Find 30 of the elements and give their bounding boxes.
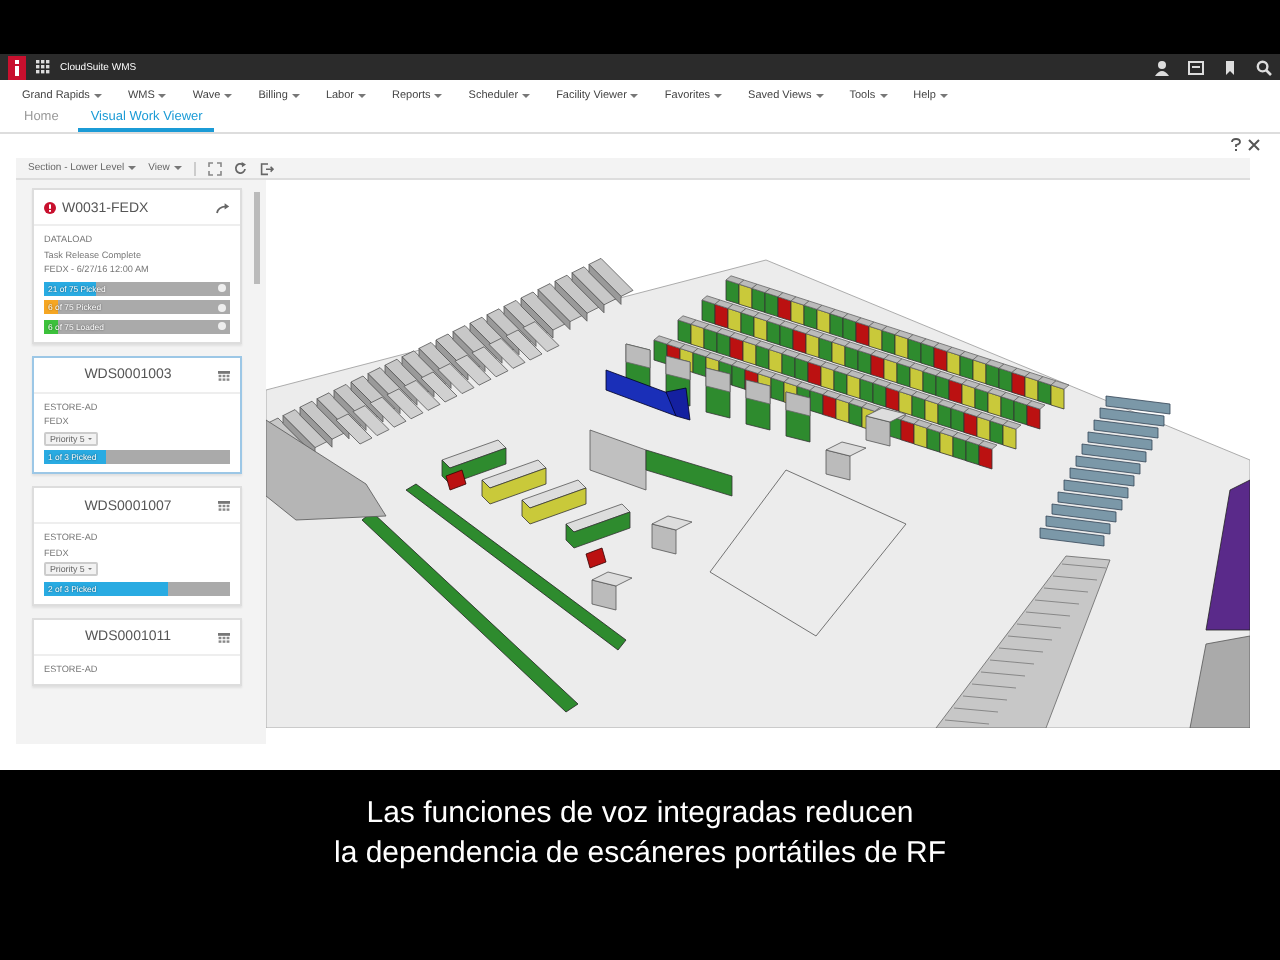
apps-grid-icon[interactable] [36,60,50,74]
calendar-icon[interactable] [218,500,230,512]
caret-icon [291,94,300,98]
caret-icon [815,94,824,98]
refresh-icon[interactable] [233,161,248,175]
caret-icon [714,94,723,98]
subtitle-caption: Las funciones de voz integradas reducen la dependencia de escáneres portátiles de RF [333,794,947,874]
caret-icon [522,94,531,98]
caret-icon [173,166,182,170]
caret-icon [358,94,367,98]
calendar-icon[interactable] [218,631,230,643]
caret-icon [224,94,233,98]
caret-icon [93,94,102,98]
caret-icon [939,94,948,98]
share-arrow-icon[interactable] [216,202,230,214]
alert-icon [44,202,56,214]
inbox-icon[interactable] [1188,59,1204,75]
caret-icon [630,94,639,98]
export-icon[interactable] [259,161,274,175]
caret-icon [128,166,137,170]
close-icon[interactable] [1248,138,1260,154]
user-icon[interactable] [1154,59,1170,75]
caret-icon [158,94,167,98]
caret-icon [434,94,443,98]
caret-icon [879,94,888,98]
bookmark-icon[interactable] [1222,59,1238,75]
warehouse-3d-drawing[interactable] [266,258,1250,728]
scrollbar[interactable] [254,192,260,284]
calendar-icon[interactable] [218,369,230,381]
search-icon[interactable] [1256,59,1272,75]
